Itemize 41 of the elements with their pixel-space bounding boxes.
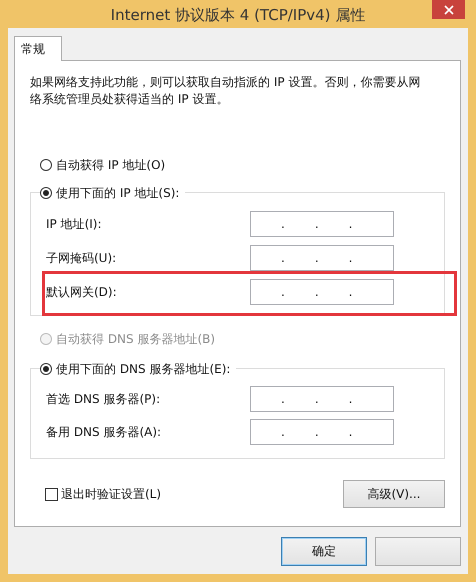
ip-address-field[interactable]: . . . xyxy=(250,279,394,305)
radio-button[interactable] xyxy=(40,187,52,199)
ip-address-field[interactable]: . . . xyxy=(250,419,394,445)
ip-separator: . xyxy=(281,393,285,405)
ip-address-field[interactable]: . . . xyxy=(250,211,394,237)
radio-button[interactable] xyxy=(40,159,52,171)
radio-label[interactable]: 使用下面的 IP 地址(S): xyxy=(56,184,180,202)
window-title: Internet 协议版本 4 (TCP/IPv4) 属性 xyxy=(110,4,366,24)
ip-separator: . xyxy=(281,426,285,438)
tab[interactable]: 常规 xyxy=(14,36,62,61)
advanced-button[interactable]: 高级(V)... xyxy=(343,480,445,508)
field-label: 备用 DNS 服务器(A): xyxy=(46,424,162,440)
ip-separator: . xyxy=(348,252,352,264)
ok-button[interactable]: 确定 xyxy=(281,537,367,566)
ip-separator: . xyxy=(281,252,285,264)
ip-separator: . xyxy=(314,218,319,230)
checkbox-label[interactable]: 退出时验证设置(L) xyxy=(61,486,162,502)
field-label: 首选 DNS 服务器(P): xyxy=(46,390,162,408)
ip-separator: . xyxy=(314,393,319,405)
radio-label: 自动获得 DNS 服务器地址(B) xyxy=(56,330,216,348)
field-label: IP 地址(I): xyxy=(46,216,103,232)
ip-separator: . xyxy=(348,218,352,230)
close-icon xyxy=(444,4,454,14)
ip-separator: . xyxy=(281,218,285,230)
checkbox[interactable] xyxy=(45,488,58,500)
field-label: 默认网关(D): xyxy=(46,284,118,300)
ip-address-field[interactable]: . . . xyxy=(250,386,394,412)
close-button[interactable] xyxy=(432,0,465,19)
field-label: 子网掩码(U): xyxy=(46,250,118,266)
ip-separator: . xyxy=(348,286,352,298)
ip-separator: . xyxy=(281,286,285,298)
radio-button[interactable] xyxy=(40,363,52,375)
ip-separator: . xyxy=(314,286,319,298)
ip-separator: . xyxy=(314,252,319,264)
ip-separator: . xyxy=(348,426,352,438)
description-text: 如果网络支持此功能，则可以获取自动指派的 IP 设置。否则，你需要从网络系统管理员处获得适当的 IP 设置。 xyxy=(30,74,422,108)
ip-separator: . xyxy=(348,393,352,405)
radio-label[interactable]: 使用下面的 DNS 服务器地址(E): xyxy=(56,360,230,378)
ip-address-field[interactable]: . . . xyxy=(250,245,394,271)
radio-label[interactable]: 自动获得 IP 地址(O) xyxy=(56,156,166,174)
ip-separator: . xyxy=(314,426,319,438)
